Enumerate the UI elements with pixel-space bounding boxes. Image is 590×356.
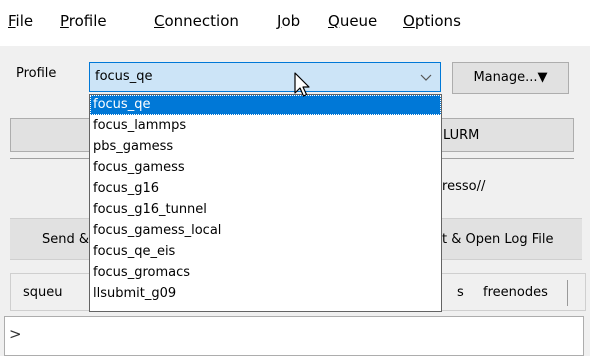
submit-open-log-button[interactable]: t & Open Log File [442,232,553,247]
menu-queue[interactable]: Queue [328,12,377,30]
profile-option-llsubmit-g09[interactable]: llsubmit_g09 [90,284,441,304]
menu-options[interactable]: Options [403,12,461,30]
tab-partial[interactable]: s [457,285,464,300]
profile-option-focus-lammps[interactable]: focus_lammps [90,116,441,136]
manage-button[interactable]: Manage...▼ [452,62,569,94]
profile-option-focus-g16[interactable]: focus_g16 [90,179,441,199]
console-area[interactable]: > [4,316,584,356]
tab-divider [567,280,568,306]
menu-job[interactable]: Job [277,12,300,30]
profile-option-focus-qe-eis[interactable]: focus_qe_eis [90,242,441,262]
menu-profile[interactable]: Profile [60,12,107,30]
profile-option-focus-gamess-local[interactable]: focus_gamess_local [90,221,441,241]
send-button[interactable]: Send & [42,232,89,247]
menu-connection[interactable]: Connection [154,12,239,30]
mouse-cursor-icon [294,72,310,102]
menu-file[interactable]: File [8,12,33,30]
chevron-down-icon[interactable] [420,67,432,91]
profile-combobox[interactable]: focus_qe [89,62,441,92]
tab-freenodes[interactable]: freenodes [483,285,548,300]
console-prompt: > [9,325,22,343]
tab-squeue[interactable]: squeu [23,285,63,300]
profile-combobox-value: focus_qe [95,69,153,84]
profile-option-focus-qe[interactable]: focus_qe [90,95,441,115]
profile-option-focus-gromacs[interactable]: focus_gromacs [90,263,441,283]
profile-option-focus-gamess[interactable]: focus_gamess [90,158,441,178]
profile-option-pbs-gamess[interactable]: pbs_gamess [90,137,441,157]
menu-bar: File Profile Connection Job Queue Option… [0,0,590,46]
profile-option-focus-g16-tunnel[interactable]: focus_g16_tunnel [90,200,441,220]
profile-dropdown-list: focus_qe focus_lammps pbs_gamess focus_g… [89,94,442,312]
profile-label: Profile [16,66,57,81]
submit-bar-label: LURM [443,128,480,143]
